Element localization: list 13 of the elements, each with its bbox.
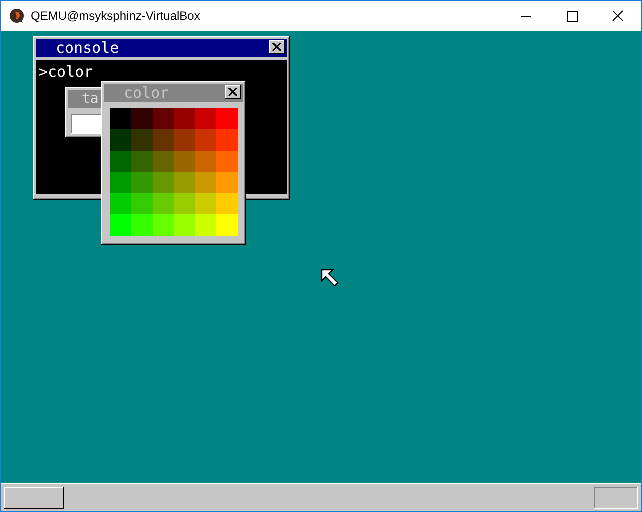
- window-title: ta: [82, 90, 99, 108]
- close-button[interactable]: [269, 40, 285, 54]
- window-title: console: [56, 39, 120, 57]
- start-button[interactable]: [4, 486, 64, 508]
- app-icon: [9, 8, 25, 24]
- tray-area: [594, 486, 638, 508]
- window-title: color: [124, 84, 170, 102]
- cursor-icon: [321, 269, 339, 287]
- window-title: QEMU@msyksphinz-VirtualBox: [31, 9, 200, 23]
- close-icon: [272, 43, 282, 51]
- close-icon: [228, 88, 238, 96]
- close-button[interactable]: [225, 85, 241, 99]
- console-line: >color: [39, 64, 94, 80]
